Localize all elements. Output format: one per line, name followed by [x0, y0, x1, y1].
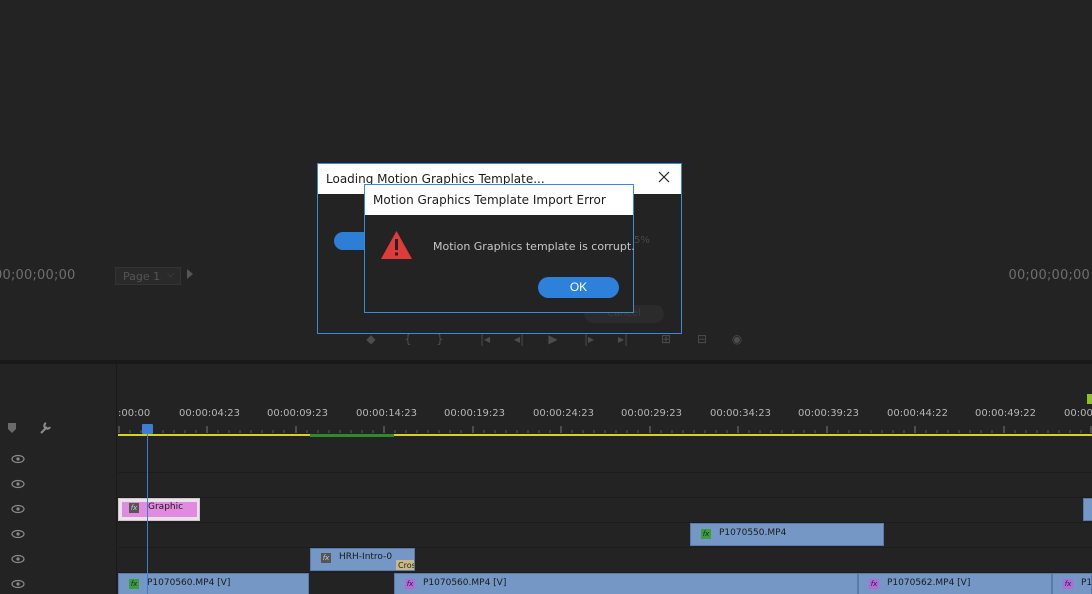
ruler-label: 00:00:49:22	[975, 408, 1037, 419]
eye-icon[interactable]	[11, 454, 25, 464]
warning-icon	[381, 231, 412, 259]
wrench-icon[interactable]	[38, 420, 54, 436]
duration-timecode: 00;00;00;00	[1008, 268, 1090, 283]
clip-label: P1070560.MP4 [V]	[147, 578, 231, 588]
clip-label: P1070550.MP4	[719, 528, 787, 538]
progress-percent: 5%	[634, 235, 650, 246]
clip-p1070562[interactable]: fx P1070562.MP4 [V]	[858, 573, 1052, 594]
track-v3[interactable]: fx P1070550.MP4	[118, 523, 1092, 548]
fx-badge: fx	[129, 503, 139, 513]
ruler-label: 00:00:39:23	[798, 408, 860, 419]
clip-label: P1070562.MP4 [V]	[887, 578, 971, 588]
page-select[interactable]: Page 1 ⌵	[115, 267, 181, 285]
playhead-timecode[interactable]: 00;00;00;00	[0, 268, 76, 283]
ruler-label: 00:00:04:23	[179, 408, 241, 419]
clip-hrh-intro[interactable]: fx HRH-Intro-0 Cros	[310, 548, 415, 571]
track-v6[interactable]	[118, 448, 1092, 473]
transition-cross[interactable]: Cros	[396, 560, 414, 570]
track-headers	[0, 364, 117, 594]
add-marker-icon[interactable]	[5, 421, 19, 435]
ruler-label: 00:00	[1064, 408, 1092, 419]
eye-icon[interactable]	[11, 504, 25, 514]
ruler-label: 00:00:14:23	[356, 408, 418, 419]
ruler-label: 00:00:44:22	[887, 408, 949, 419]
timeline-panel: :00:00 00:00:04:23 00:00:09:23 00:00:14:…	[0, 364, 1092, 594]
ruler-label: :00:00	[118, 408, 151, 419]
fx-badge: fx	[1063, 579, 1073, 589]
eye-icon[interactable]	[11, 479, 25, 489]
fx-badge: fx	[869, 579, 879, 589]
error-dialog-titlebar: Motion Graphics Template Import Error	[365, 185, 633, 215]
ruler-label: 00:00:09:23	[267, 408, 329, 419]
clip-label: P1	[1081, 578, 1092, 588]
clip-label: HRH-Intro-0	[339, 552, 393, 562]
ruler-label: 00:00:19:23	[444, 408, 506, 419]
track-v1[interactable]: fx P1070560.MP4 [V] fx P1070560.MP4 [V] …	[118, 573, 1092, 594]
work-area-bar[interactable]	[118, 434, 1092, 436]
playhead-line[interactable]	[147, 432, 148, 594]
clip-p1070560-b[interactable]: fx P1070560.MP4 [V]	[394, 573, 858, 594]
eye-icon[interactable]	[11, 529, 25, 539]
clip-label: P1070560.MP4 [V]	[423, 578, 507, 588]
ruler-label: 00:00:24:23	[533, 408, 595, 419]
eye-icon[interactable]	[11, 554, 25, 564]
ruler-ticks	[118, 426, 1092, 433]
eye-icon[interactable]	[11, 579, 25, 589]
camera-icon[interactable]: ◉	[724, 330, 750, 348]
premiere-workspace: 00;00;00;00 Page 1 ⌵ 00;00;00;00 ◆ { } |…	[0, 0, 1092, 594]
track-v5[interactable]	[118, 473, 1092, 498]
error-dialog-title: Motion Graphics Template Import Error	[373, 193, 606, 207]
clip-p1070550[interactable]: fx P1070550.MP4	[690, 523, 884, 546]
track-v2[interactable]: fx HRH-Intro-0 Cros	[118, 548, 1092, 573]
overwrite-icon[interactable]: ⊟	[689, 330, 715, 348]
marker-flag[interactable]	[1087, 394, 1092, 404]
ok-button[interactable]: OK	[538, 277, 619, 298]
error-dialog: Motion Graphics Template Import Error Mo…	[364, 184, 635, 313]
clip-p1-tail[interactable]: fx P1	[1052, 573, 1092, 594]
fx-badge: fx	[321, 553, 331, 563]
track-v4[interactable]: fx Graphic	[118, 498, 1092, 523]
close-icon[interactable]	[657, 170, 671, 184]
play-arrow-icon[interactable]	[187, 269, 193, 279]
render-bar	[310, 434, 394, 437]
fx-badge: fx	[405, 579, 415, 589]
ruler-label: 00:00:29:23	[621, 408, 683, 419]
clip-label: Graphic	[148, 502, 184, 512]
fx-badge: fx	[129, 579, 139, 589]
error-message: Motion Graphics template is corrupt.	[433, 240, 635, 253]
time-ruler[interactable]: :00:00 00:00:04:23 00:00:09:23 00:00:14:…	[118, 404, 1092, 436]
fx-badge: fx	[701, 529, 711, 539]
chevron-down-icon: ⌵	[167, 270, 174, 280]
page-select-label: Page 1	[123, 270, 161, 283]
clip-graphic[interactable]: fx Graphic	[118, 498, 200, 521]
ruler-label: 00:00:34:23	[710, 408, 772, 419]
clip-edge[interactable]	[1083, 498, 1092, 521]
